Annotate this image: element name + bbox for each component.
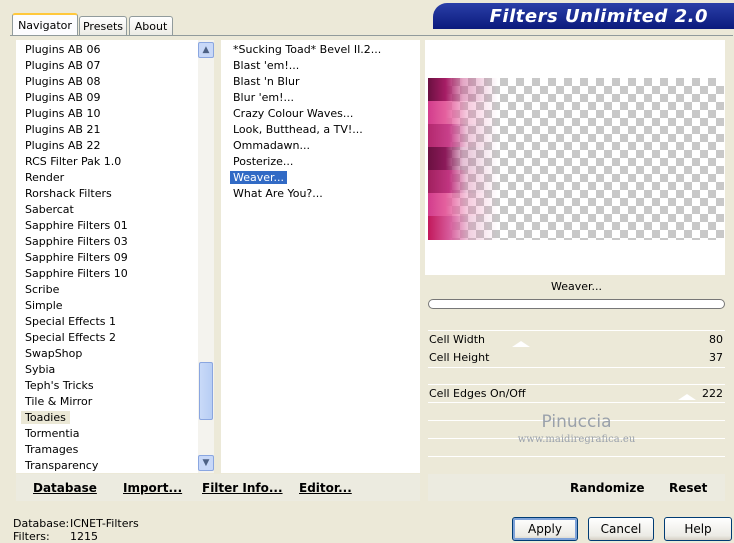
chevron-down-icon: ▼ [202,458,210,468]
category-item[interactable]: Plugins AB 08 [25,74,100,90]
param-cell-width[interactable]: Cell Width 80 [428,331,725,348]
param-label: Cell Height [429,351,490,364]
watermark-title: Pinuccia [541,412,612,432]
scroll-up-button[interactable]: ▲ [198,42,214,58]
category-item[interactable]: RCS Filter Pak 1.0 [25,154,121,170]
app-title-banner: Filters Unlimited 2.0 [433,3,734,29]
status-database-value: ICNET-Filters [70,517,139,530]
preview-image [428,78,724,240]
param-label: Cell Edges On/Off [429,387,526,400]
cancel-button[interactable]: Cancel [588,517,654,541]
category-item[interactable]: Sapphire Filters 09 [25,250,128,266]
filter-item[interactable]: Posterize... [233,154,293,170]
param-value: 37 [709,351,723,364]
category-item[interactable]: Plugins AB 10 [25,106,100,122]
param-label: Cell Width [429,333,486,346]
category-item[interactable]: Simple [25,298,63,314]
category-list[interactable]: Plugins AB 06 Plugins AB 07 Plugins AB 08 P… [16,40,198,473]
apply-button[interactable]: Apply [512,517,578,541]
scrollbar-thumb[interactable] [199,362,213,420]
status-database-label: Database: [13,517,70,530]
filter-item[interactable]: *Sucking Toad* Bevel II.2... [233,42,381,58]
category-item[interactable]: Sabercat [25,202,74,218]
slider-thumb[interactable] [512,341,530,347]
category-item[interactable]: Tramages [25,442,78,458]
right-button-bar: Randomize Reset [428,474,725,501]
param-cell-edges[interactable]: Cell Edges On/Off 222 [428,385,725,402]
filter-item-label: Weaver... [230,171,288,184]
category-item[interactable]: Plugins AB 09 [25,90,100,106]
filter-info-button[interactable]: Filter Info... [202,481,283,495]
scroll-down-button[interactable]: ▼ [198,455,214,471]
app-title: Filters Unlimited 2.0 [489,5,708,27]
category-item[interactable]: Toadies [21,410,70,426]
database-button[interactable]: Database [33,481,97,495]
tab-navigator[interactable]: Navigator [12,13,78,36]
slider-thumb[interactable] [678,394,696,400]
category-item[interactable]: Tile & Mirror [25,394,92,410]
editor-button[interactable]: Editor... [299,481,352,495]
category-item[interactable]: Plugins AB 22 [25,138,100,154]
filter-item[interactable]: Ommadawn... [233,138,310,154]
progress-bar [428,299,725,309]
category-item[interactable]: Render [25,170,64,186]
selected-filter-name: Weaver... [550,280,603,293]
status-filters-label: Filters: [13,530,50,543]
param-cell-height[interactable]: Cell Height 37 [428,349,725,366]
category-item[interactable]: Plugins AB 21 [25,122,100,138]
left-button-bar: Database Import... Filter Info... Editor… [16,474,420,501]
filter-list[interactable]: *Sucking Toad* Bevel II.2... Blast 'em!..… [221,40,420,473]
watermark-url: www.maidiregrafica.eu [517,434,636,445]
category-item[interactable]: SwapShop [25,346,82,362]
filter-item[interactable]: Blast 'em!... [233,58,299,74]
tab-panel-border [10,35,733,36]
filter-item[interactable]: Blur 'em!... [233,90,294,106]
filter-item[interactable]: Weaver... [230,170,288,186]
filter-item[interactable]: What Are You?... [233,186,323,202]
category-item[interactable]: Transparency [25,458,98,473]
filter-item[interactable]: Look, Butthead, a TV!... [233,122,363,138]
tab-about[interactable]: About [129,16,173,35]
import-button[interactable]: Import... [123,481,182,495]
category-item[interactable]: Scribe [25,282,59,298]
category-item[interactable]: Plugins AB 06 [25,42,100,58]
category-item[interactable]: Special Effects 1 [25,314,116,330]
category-item-label: Toadies [21,411,70,424]
help-button[interactable]: Help [664,517,732,541]
category-item[interactable]: Tormentia [25,426,79,442]
randomize-button[interactable]: Randomize [570,481,644,495]
status-filters-value: 1215 [70,530,98,543]
param-value: 222 [702,387,723,400]
filter-item[interactable]: Crazy Colour Waves... [233,106,353,122]
category-item[interactable]: Sapphire Filters 10 [25,266,128,282]
param-value: 80 [709,333,723,346]
reset-button[interactable]: Reset [669,481,707,495]
category-item[interactable]: Sapphire Filters 03 [25,234,128,250]
category-item[interactable]: Special Effects 2 [25,330,116,346]
category-item[interactable]: Sapphire Filters 01 [25,218,128,234]
chevron-up-icon: ▲ [202,45,210,55]
filter-item[interactable]: Blast 'n Blur [233,74,299,90]
category-item[interactable]: Sybia [25,362,55,378]
category-item[interactable]: Rorshack Filters [25,186,112,202]
category-item[interactable]: Plugins AB 07 [25,58,100,74]
category-item[interactable]: Teph's Tricks [25,378,94,394]
tab-presets[interactable]: Presets [79,16,127,35]
